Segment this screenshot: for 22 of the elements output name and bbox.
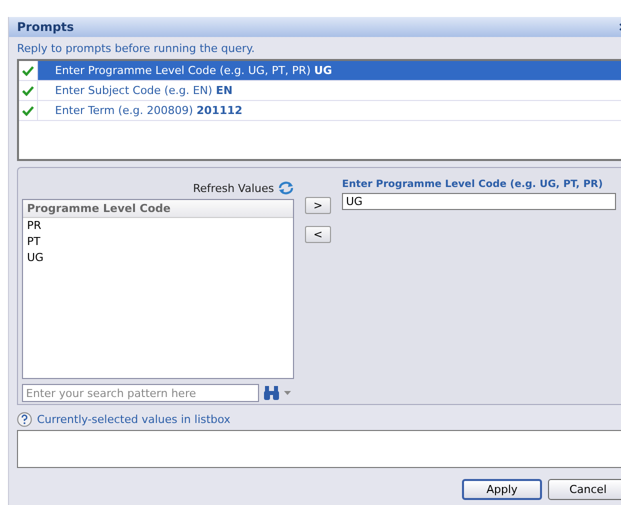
- answer-field[interactable]: UG: [342, 193, 616, 210]
- window-title: Prompts: [17, 20, 74, 34]
- remove-button[interactable]: <: [305, 226, 331, 243]
- apply-button[interactable]: Apply: [462, 479, 542, 500]
- listbox-item[interactable]: PT: [23, 234, 293, 250]
- refresh-link[interactable]: Refresh Values: [193, 182, 274, 194]
- cancel-button[interactable]: Cancel: [548, 479, 621, 500]
- listbox-item[interactable]: PR: [23, 218, 293, 234]
- prompt-item[interactable]: Enter Subject Code (e.g. EN) EN: [38, 81, 621, 100]
- help-text: Currently-selected values in listbox: [37, 413, 230, 426]
- refresh-icon[interactable]: [278, 181, 294, 195]
- answer-label: Enter Programme Level Code (e.g. UG, PT, PR): [342, 179, 604, 190]
- add-button[interactable]: >: [305, 197, 331, 214]
- listbox-item[interactable]: UG: [23, 250, 293, 266]
- prompt-item[interactable]: Enter Programme Level Code (e.g. UG, PT, PR) UG: [38, 61, 621, 80]
- binoculars-icon[interactable]: [263, 386, 280, 400]
- help-icon[interactable]: [17, 412, 32, 427]
- caret-icon[interactable]: [284, 391, 291, 395]
- search-field[interactable]: Enter your search pattern here: [22, 384, 259, 402]
- prompt-item[interactable]: Enter Term (e.g. 200809) 201112: [38, 101, 621, 120]
- instruction-text: Reply to prompts before running the query.: [16, 41, 256, 57]
- listbox-header: Programme Level Code: [23, 200, 293, 218]
